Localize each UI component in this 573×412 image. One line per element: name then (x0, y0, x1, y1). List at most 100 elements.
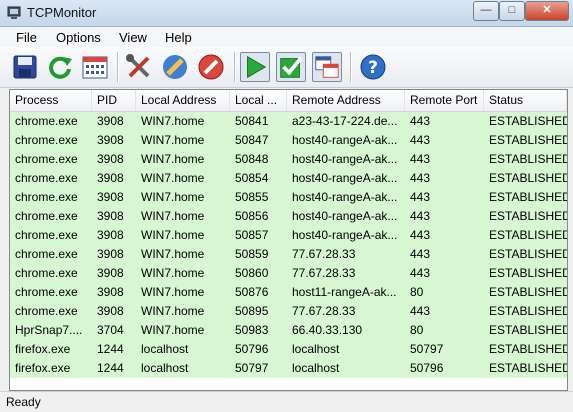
table-cell: WIN7.home (141, 190, 205, 204)
maximize-button[interactable]: □ (499, 1, 525, 21)
table-cell: 3908 (97, 247, 124, 261)
table-row[interactable]: chrome.exe 3908 WIN7.home 50856 host40-range… (10, 207, 567, 226)
column-header[interactable]: Remote Port (405, 90, 484, 111)
table-row[interactable]: chrome.exe 3908 WIN7.home 50895 77.67.28.33 4… (10, 302, 567, 321)
table-cell: 3908 (97, 285, 124, 299)
table-cell: 80 (410, 323, 424, 337)
table-cell: ESTABLISHED (489, 114, 567, 128)
table-cell: WIN7.home (141, 209, 205, 223)
table-cell: host40-rangeA-ak... (292, 228, 398, 242)
calendar-button[interactable] (80, 52, 110, 82)
table-row[interactable]: chrome.exe 3908 WIN7.home 50855 host40-range… (10, 188, 567, 207)
table-cell: ESTABLISHED (489, 285, 567, 299)
title-bar: TCPMonitor — □ ✕ (0, 0, 573, 27)
close-button[interactable]: ✕ (525, 1, 569, 21)
table-row[interactable]: HprSnap7.... 3704 WIN7.home 50983 66.40.33.1… (10, 321, 567, 340)
table-row[interactable]: chrome.exe 3908 WIN7.home 50841 a23-43-17-22… (10, 112, 567, 131)
start-button[interactable] (240, 52, 270, 82)
checkbox-icon (280, 56, 303, 78)
table-cell: 3908 (97, 114, 124, 128)
window-icon (315, 56, 339, 78)
table-cell: WIN7.home (141, 247, 205, 261)
help-icon: ? (360, 54, 386, 80)
table-cell: 50797 (410, 342, 444, 356)
save-icon (13, 55, 37, 79)
column-header[interactable]: Process (10, 90, 92, 111)
table-cell: ESTABLISHED (489, 190, 567, 204)
table-cell: chrome.exe (15, 247, 78, 261)
menu-help[interactable]: Help (165, 30, 192, 45)
table-cell: 80 (410, 285, 424, 299)
table-cell: chrome.exe (15, 209, 78, 223)
settings-button[interactable] (124, 52, 154, 82)
table-row[interactable]: chrome.exe 3908 WIN7.home 50860 77.67.28.33 4… (10, 264, 567, 283)
table-row[interactable]: chrome.exe 3908 WIN7.home 50847 host40-range… (10, 131, 567, 150)
table-row[interactable]: chrome.exe 3908 WIN7.home 50848 host40-range… (10, 150, 567, 169)
edit-button[interactable] (160, 52, 190, 82)
table-cell: 77.67.28.33 (292, 266, 356, 280)
table-cell: 77.67.28.33 (292, 247, 356, 261)
edit-icon (163, 55, 187, 79)
refresh-icon (49, 56, 72, 79)
column-header[interactable]: PID (92, 90, 136, 111)
table-cell: 443 (410, 304, 431, 318)
table-cell: chrome.exe (15, 114, 78, 128)
table-row[interactable]: firefox.exe 1244 localhost 50796 localhost 50… (10, 340, 567, 359)
table-cell: ESTABLISHED (489, 228, 567, 242)
table-cell: 66.40.33.130 (292, 323, 363, 337)
table-cell: chrome.exe (15, 285, 78, 299)
table-cell: host11-rangeA-ak... (292, 285, 397, 299)
table-cell: 50855 (235, 190, 269, 204)
column-header[interactable]: Local Address (136, 90, 230, 111)
status-text: Ready (6, 395, 41, 409)
column-header[interactable]: Remote Address (287, 90, 405, 111)
table-row[interactable]: chrome.exe 3908 WIN7.home 50857 host40-range… (10, 226, 567, 245)
table-cell: 3908 (97, 152, 124, 166)
check-button[interactable] (276, 52, 306, 82)
table-cell: host40-rangeA-ak... (292, 133, 398, 147)
table-row[interactable]: chrome.exe 3908 WIN7.home 50854 host40-range… (10, 169, 567, 188)
table-cell: 1244 (97, 361, 124, 375)
menu-options[interactable]: Options (56, 30, 101, 45)
table-cell: 1244 (97, 342, 124, 356)
table-cell: ESTABLISHED (489, 304, 567, 318)
table-cell: WIN7.home (141, 228, 205, 242)
calendar-icon (82, 56, 108, 79)
menu-bar: File Options View Help (0, 27, 573, 47)
table-row[interactable]: chrome.exe 3908 WIN7.home 50859 77.67.28.33 4… (10, 245, 567, 264)
column-header[interactable]: Local ... (230, 90, 287, 111)
table-cell: 443 (410, 114, 431, 128)
table-cell: 3908 (97, 190, 124, 204)
table-cell: chrome.exe (15, 190, 78, 204)
table-cell: localhost (292, 361, 340, 375)
minimize-button[interactable]: — (473, 1, 499, 21)
table-cell: ESTABLISHED (489, 171, 567, 185)
menu-view[interactable]: View (119, 30, 147, 45)
table-cell: chrome.exe (15, 304, 78, 318)
table-cell: 50856 (235, 209, 269, 223)
table-cell: 443 (410, 152, 431, 166)
stop-button[interactable] (196, 52, 226, 82)
table-cell: 443 (410, 228, 431, 242)
window-button[interactable] (312, 52, 342, 82)
table-cell: 3908 (97, 228, 124, 242)
table-cell: 50859 (235, 247, 269, 261)
table-cell: 443 (410, 190, 431, 204)
toolbar: ? (0, 47, 573, 88)
column-header[interactable]: Status (484, 90, 567, 111)
table-cell: WIN7.home (141, 323, 205, 337)
save-button[interactable] (10, 52, 40, 82)
table-row[interactable]: firefox.exe 1244 localhost 50797 localhost 50… (10, 359, 567, 378)
table-cell: WIN7.home (141, 266, 205, 280)
refresh-button[interactable] (45, 52, 75, 82)
table-cell: 50841 (235, 114, 269, 128)
table-cell: 50895 (235, 304, 269, 318)
table-cell: 50797 (235, 361, 269, 375)
table-row[interactable]: chrome.exe 3908 WIN7.home 50876 host11-range… (10, 283, 567, 302)
connections-table[interactable]: Process PID Local Address Local ... Remote A… (9, 89, 568, 391)
help-button[interactable]: ? (358, 52, 388, 82)
table-cell: 50847 (235, 133, 269, 147)
menu-file[interactable]: File (16, 30, 37, 45)
table-cell: 50854 (235, 171, 269, 185)
table-cell: WIN7.home (141, 152, 205, 166)
